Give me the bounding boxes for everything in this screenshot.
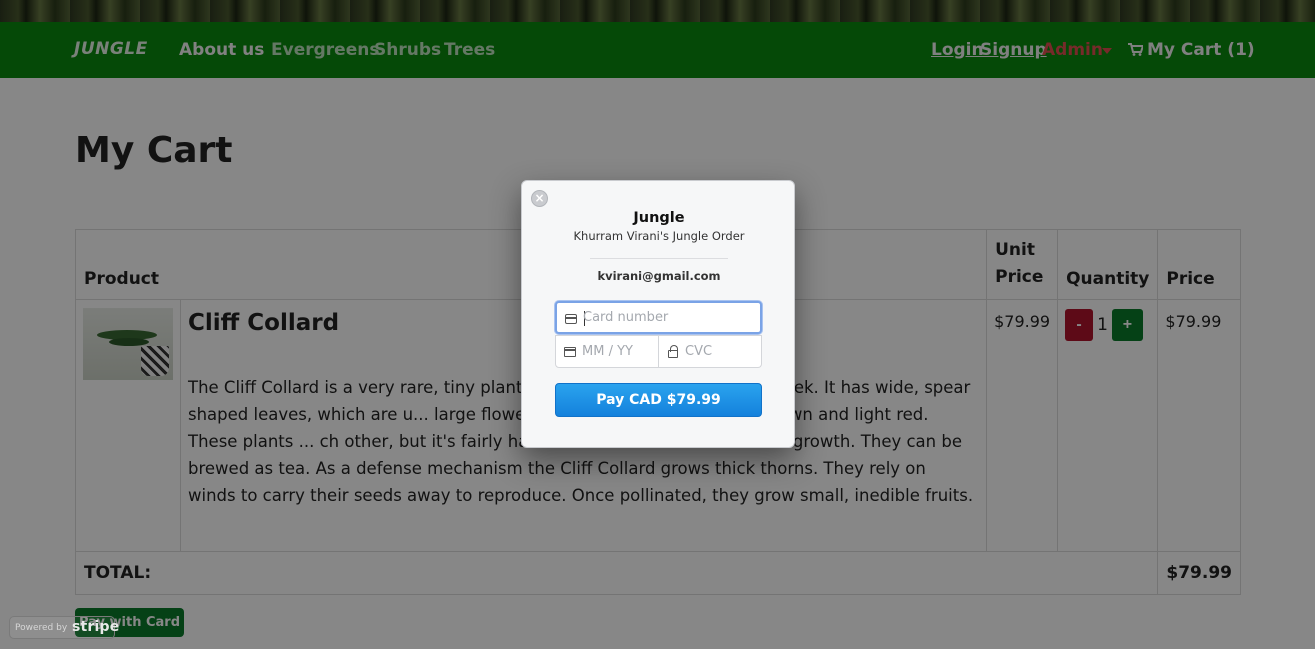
- cvc-input[interactable]: [685, 336, 759, 367]
- modal-subtitle: Khurram Virani's Jungle Order: [573, 229, 745, 243]
- expiry-field[interactable]: [555, 335, 659, 368]
- card-form: [555, 301, 762, 368]
- cvc-field[interactable]: [659, 335, 762, 368]
- pay-button[interactable]: Pay CAD $79.99: [555, 383, 762, 417]
- powered-by-label: Powered by: [15, 623, 68, 633]
- card-number-field[interactable]: [555, 301, 762, 334]
- credit-card-icon: [565, 314, 577, 324]
- powered-by-stripe-badge[interactable]: Powered by stripe: [9, 616, 119, 639]
- stripe-checkout-modal: × Jungle Khurram Virani's Jungle Order k…: [521, 180, 795, 448]
- close-icon[interactable]: ×: [531, 190, 548, 207]
- expiry-input[interactable]: [582, 336, 656, 367]
- lock-icon: [668, 345, 678, 358]
- card-number-input[interactable]: [583, 303, 758, 332]
- modal-title: Jungle: [633, 210, 685, 226]
- customer-email: kvirani@gmail.com: [597, 269, 721, 283]
- calendar-icon: [564, 347, 576, 357]
- stripe-logo: stripe: [72, 619, 120, 635]
- divider: [590, 258, 728, 259]
